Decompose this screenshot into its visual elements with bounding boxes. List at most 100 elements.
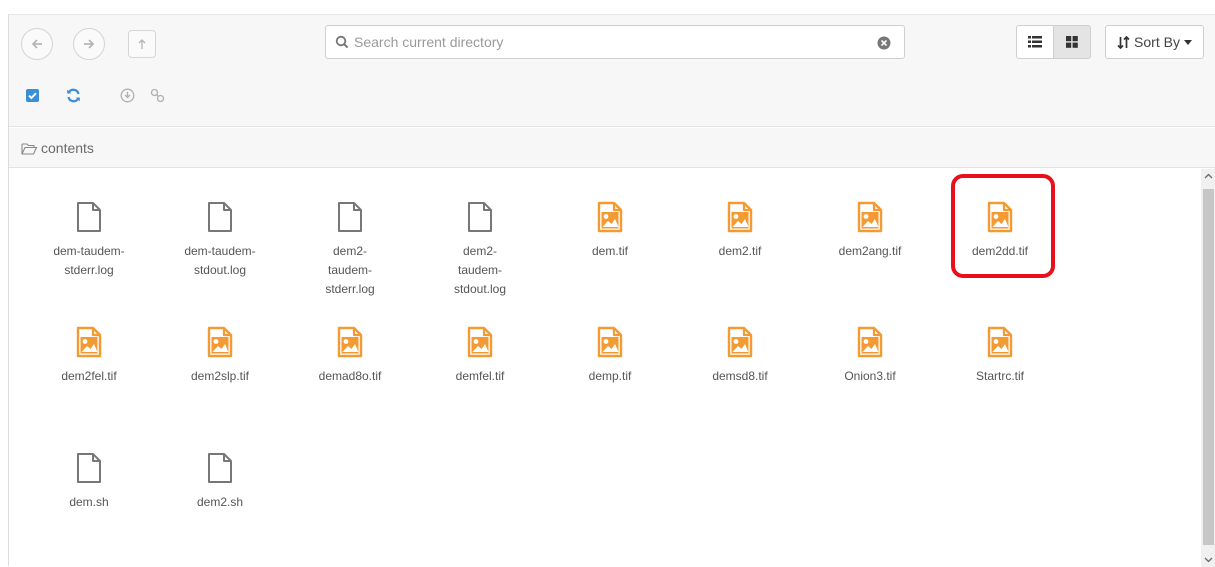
file-name-line: dem2.sh xyxy=(196,495,244,509)
file-name-line: Onion3.tif xyxy=(844,369,896,383)
file-icon xyxy=(425,201,535,238)
file-item[interactable]: demad8o.tif xyxy=(295,326,405,386)
file-name-line: demad8o.tif xyxy=(318,369,382,383)
share-link-button[interactable] xyxy=(150,88,165,108)
grid-view-icon xyxy=(1066,36,1078,48)
scroll-down-icon[interactable] xyxy=(1204,557,1213,563)
file-name-line: stdout.log xyxy=(193,263,247,277)
search-placeholder: Search current directory xyxy=(354,34,504,50)
file-name-line: dem2ang.tif xyxy=(838,244,902,258)
refresh-icon xyxy=(67,88,80,103)
file-name: demsd8.tif xyxy=(685,367,795,386)
back-button[interactable] xyxy=(21,28,53,60)
file-item[interactable]: demp.tif xyxy=(555,326,665,386)
breadcrumb-bar: contents xyxy=(9,128,1215,168)
scroll-up-icon[interactable] xyxy=(1204,173,1213,179)
list-view-icon xyxy=(1028,36,1042,48)
file-browser: Search current directory Sort By content… xyxy=(8,14,1215,567)
breadcrumb[interactable]: contents xyxy=(21,140,94,156)
file-name-line: Startrc.tif xyxy=(975,369,1024,383)
file-item[interactable]: dem.sh xyxy=(34,452,144,512)
grid-view-button[interactable] xyxy=(1053,25,1091,59)
file-item[interactable]: dem2slp.tif xyxy=(165,326,275,386)
file-name: demp.tif xyxy=(555,367,665,386)
image-file-icon xyxy=(555,326,665,363)
file-name-line: dem2- xyxy=(462,244,497,258)
file-icon xyxy=(34,201,144,238)
image-file-icon xyxy=(425,326,535,363)
selection-highlight xyxy=(951,174,1055,278)
level-up-icon xyxy=(138,39,146,49)
file-name: dem.tif xyxy=(555,242,665,261)
file-item[interactable]: demsd8.tif xyxy=(685,326,795,386)
file-name-line: dem2fel.tif xyxy=(61,369,117,383)
download-icon xyxy=(120,88,135,103)
file-name: dem-taudem-stdout.log xyxy=(165,242,275,280)
file-name-line: demp.tif xyxy=(588,369,632,383)
file-name-line: dem.tif xyxy=(591,244,628,258)
file-item[interactable]: dem-taudem-stderr.log xyxy=(34,201,144,280)
list-view-button[interactable] xyxy=(1016,25,1054,59)
file-name: dem2- taudem-stdout.log xyxy=(425,242,535,299)
search-input[interactable]: Search current directory xyxy=(325,25,905,59)
caret-down-icon xyxy=(1183,39,1192,45)
file-name-line: dem2- xyxy=(332,244,367,258)
scrollbar-thumb[interactable] xyxy=(1203,189,1214,545)
image-file-icon xyxy=(815,326,925,363)
search-icon xyxy=(335,35,349,49)
file-icon xyxy=(295,201,405,238)
file-name: dem2.tif xyxy=(685,242,795,261)
file-item[interactable]: Startrc.tif xyxy=(945,326,1055,386)
file-item[interactable]: dem2- taudem-stdout.log xyxy=(425,201,535,299)
image-file-icon xyxy=(295,326,405,363)
file-name-line: stdout.log xyxy=(453,282,507,296)
file-name: demfel.tif xyxy=(425,367,535,386)
file-icon xyxy=(165,201,275,238)
up-directory-button[interactable] xyxy=(128,30,156,58)
clear-icon[interactable] xyxy=(877,36,891,50)
arrow-right-icon xyxy=(84,39,95,49)
file-item[interactable]: dem2.tif xyxy=(685,201,795,261)
file-icon xyxy=(34,452,144,489)
breadcrumb-label: contents xyxy=(41,140,94,156)
file-item[interactable]: dem-taudem-stdout.log xyxy=(165,201,275,280)
download-button[interactable] xyxy=(120,88,135,108)
file-name: dem-taudem-stderr.log xyxy=(34,242,144,280)
file-item[interactable]: dem2- taudem-stderr.log xyxy=(295,201,405,299)
file-name-line: dem2slp.tif xyxy=(190,369,250,383)
image-file-icon xyxy=(555,201,665,238)
file-name: dem2.sh xyxy=(165,493,275,512)
folder-open-icon xyxy=(21,142,38,155)
select-all-checkbox[interactable] xyxy=(26,89,39,107)
image-file-icon xyxy=(685,201,795,238)
forward-button[interactable] xyxy=(73,28,105,60)
refresh-button[interactable] xyxy=(66,88,81,108)
image-file-icon xyxy=(34,326,144,363)
file-name: Onion3.tif xyxy=(815,367,925,386)
file-name: dem2ang.tif xyxy=(815,242,925,261)
file-item[interactable]: dem.tif xyxy=(555,201,665,261)
file-name: dem.sh xyxy=(34,493,144,512)
file-name-line: dem-taudem- xyxy=(184,244,256,258)
file-name-line: demfel.tif xyxy=(455,369,505,383)
file-name: Startrc.tif xyxy=(945,367,1055,386)
sort-by-button[interactable]: Sort By xyxy=(1105,25,1204,59)
file-item[interactable]: Onion3.tif xyxy=(815,326,925,386)
file-item[interactable]: dem2ang.tif xyxy=(815,201,925,261)
sort-by-label: Sort By xyxy=(1134,34,1180,50)
file-item[interactable]: demfel.tif xyxy=(425,326,535,386)
file-name-line: stderr.log xyxy=(325,282,375,296)
image-file-icon xyxy=(685,326,795,363)
file-item[interactable]: dem2fel.tif xyxy=(34,326,144,386)
file-name: dem2- taudem-stderr.log xyxy=(295,242,405,299)
vertical-scrollbar[interactable] xyxy=(1201,169,1215,567)
sort-icon xyxy=(1117,35,1130,49)
file-name-line: demsd8.tif xyxy=(712,369,768,383)
file-name-line: taudem- xyxy=(457,263,503,277)
image-file-icon xyxy=(945,326,1055,363)
file-item[interactable]: dem2.sh xyxy=(165,452,275,512)
file-name-line: taudem- xyxy=(327,263,373,277)
toolbar: Search current directory Sort By xyxy=(9,15,1215,127)
checkbox-icon xyxy=(26,89,39,102)
image-file-icon xyxy=(815,201,925,238)
